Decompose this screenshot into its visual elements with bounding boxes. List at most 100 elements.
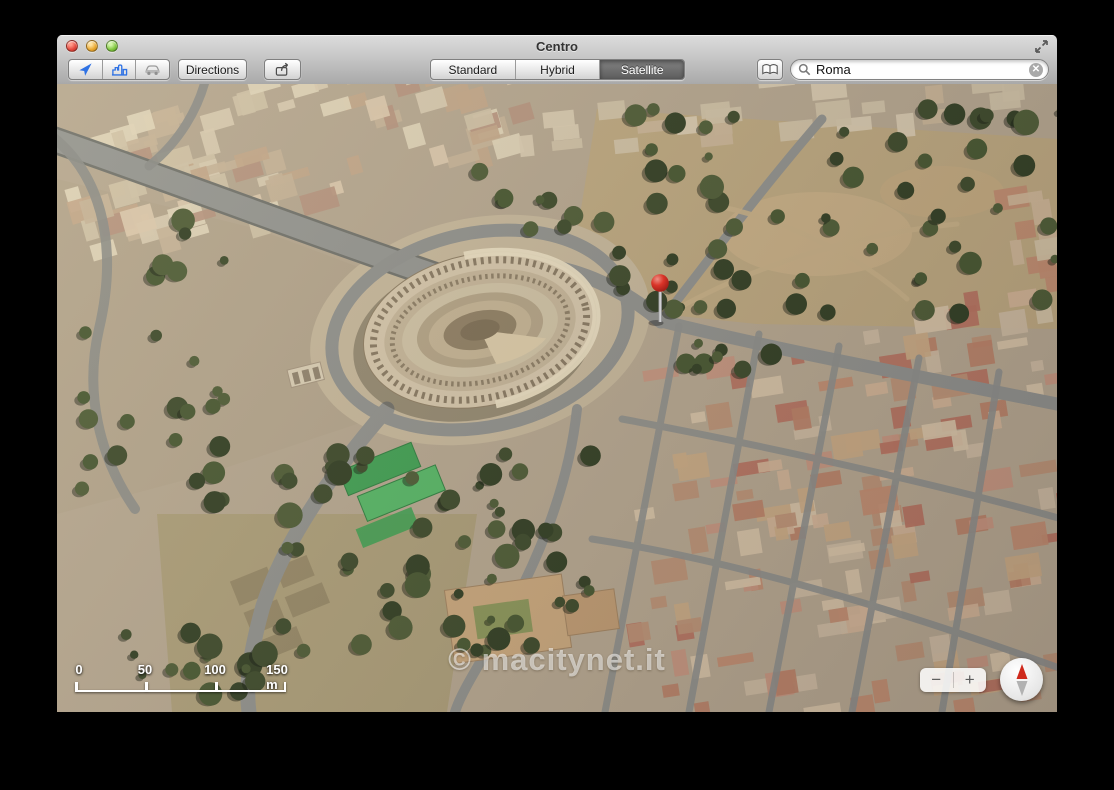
- tree: [708, 239, 728, 259]
- tree: [1013, 109, 1039, 136]
- tree: [178, 227, 192, 240]
- tree: [203, 491, 226, 514]
- building: [998, 308, 1029, 337]
- tree: [554, 596, 566, 608]
- tree: [839, 126, 850, 137]
- search-icon: [798, 63, 811, 76]
- tree: [664, 112, 686, 134]
- tree: [949, 303, 970, 324]
- current-location-button[interactable]: [69, 60, 103, 79]
- tree: [842, 166, 864, 188]
- building: [890, 531, 919, 560]
- zoom-out-button[interactable]: −: [920, 670, 953, 690]
- tree: [691, 363, 702, 374]
- tree: [897, 181, 915, 199]
- fullscreen-arrows-icon[interactable]: [1034, 39, 1049, 54]
- tree: [120, 629, 132, 640]
- tree: [494, 506, 505, 517]
- tree: [487, 520, 506, 538]
- tree: [612, 245, 626, 260]
- tree: [668, 165, 686, 183]
- tree: [829, 151, 844, 166]
- tree: [794, 272, 810, 288]
- tree: [296, 643, 311, 658]
- tree: [733, 360, 752, 378]
- tree: [180, 622, 201, 643]
- tree: [785, 293, 807, 315]
- compass[interactable]: [1000, 658, 1043, 701]
- tree: [930, 208, 946, 224]
- building: [597, 100, 627, 121]
- building: [791, 406, 812, 431]
- tree: [966, 138, 988, 160]
- tree: [514, 533, 532, 551]
- tree: [479, 463, 503, 486]
- map-mode-standard[interactable]: Standard: [431, 60, 516, 79]
- tree: [647, 103, 660, 116]
- tree: [497, 194, 511, 208]
- tree: [960, 176, 975, 192]
- maps-window: Centro Directions Standard Hybrid Satell…: [57, 35, 1057, 712]
- map-mode-satellite[interactable]: Satellite: [600, 60, 684, 79]
- tree: [205, 398, 221, 414]
- tree: [77, 391, 91, 404]
- watermark: © macitynet.it: [448, 642, 666, 677]
- tree: [557, 219, 572, 234]
- building: [661, 683, 680, 698]
- tree: [511, 463, 529, 480]
- tree: [130, 650, 139, 659]
- tree: [188, 472, 206, 489]
- building: [613, 137, 640, 155]
- tree: [281, 472, 298, 489]
- tree: [992, 203, 1003, 214]
- scale-tick-label: 0: [75, 662, 83, 677]
- building: [518, 134, 535, 158]
- share-icon: [275, 62, 289, 76]
- map-mode-hybrid[interactable]: Hybrid: [516, 60, 601, 79]
- tree: [327, 460, 353, 486]
- tree: [565, 599, 579, 613]
- tree: [313, 484, 333, 504]
- titlebar[interactable]: Centro: [57, 35, 1057, 57]
- tree: [593, 211, 615, 233]
- tree: [340, 552, 359, 571]
- tree: [887, 132, 908, 152]
- scale-line: [75, 681, 286, 692]
- 3d-buildings-button[interactable]: [103, 60, 137, 79]
- tree: [351, 634, 372, 655]
- tree: [453, 588, 464, 599]
- tree: [949, 240, 962, 253]
- tree: [487, 615, 496, 624]
- tree: [494, 543, 520, 569]
- building: [950, 429, 969, 452]
- clear-search-icon[interactable]: ✕: [1029, 62, 1043, 77]
- building: [902, 504, 925, 528]
- tree: [646, 192, 668, 215]
- tree: [917, 153, 933, 169]
- search-field[interactable]: ✕: [790, 59, 1049, 80]
- tree: [770, 209, 785, 224]
- bookmarks-button[interactable]: [757, 59, 783, 80]
- tree: [168, 433, 183, 447]
- share-button[interactable]: [264, 59, 301, 80]
- search-input[interactable]: [814, 61, 1029, 78]
- tree: [523, 221, 539, 237]
- traffic-button[interactable]: [136, 60, 169, 79]
- tree: [150, 329, 162, 342]
- tree: [914, 300, 935, 321]
- building: [1030, 359, 1045, 372]
- tree: [380, 583, 395, 598]
- tree: [609, 265, 631, 287]
- tree: [979, 108, 994, 123]
- building: [1014, 219, 1037, 240]
- tree: [119, 414, 135, 429]
- tree: [356, 446, 375, 465]
- map-canvas[interactable]: © macitynet.it 0 50 100 150 m − +: [57, 84, 1057, 712]
- building: [626, 621, 652, 643]
- window-title: Centro: [536, 39, 578, 54]
- map-mode-segmented-control: Standard Hybrid Satellite: [430, 59, 685, 80]
- 3d-buildings-icon: [111, 63, 127, 76]
- zoom-in-button[interactable]: +: [954, 670, 987, 690]
- directions-button[interactable]: Directions: [178, 59, 247, 80]
- building: [673, 602, 691, 622]
